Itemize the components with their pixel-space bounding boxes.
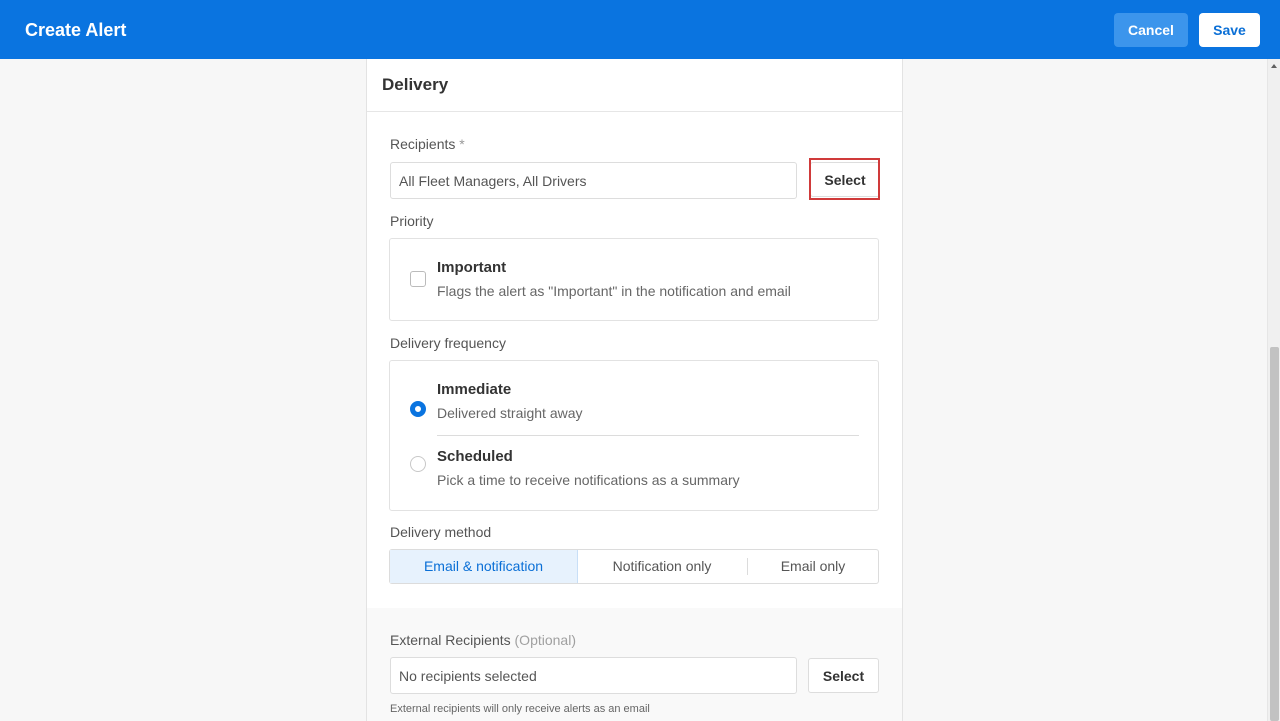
important-title: Important [437,259,507,276]
method-notification-only[interactable]: Notification only [578,550,746,583]
card-header: Delivery [367,59,902,112]
scheduled-radio[interactable] [410,456,426,472]
method-email-notification[interactable]: Email & notification [390,550,578,583]
scheduled-desc: Pick a time to receive notifications as … [437,472,740,488]
top-bar: Create Alert Cancel Save [0,0,1280,59]
frequency-label: Delivery frequency [390,335,506,351]
immediate-desc: Delivered straight away [437,405,583,421]
recipients-label: Recipients * [390,136,465,152]
frequency-divider [437,435,859,436]
scrollbar-thumb[interactable] [1270,347,1279,721]
method-label: Delivery method [390,524,492,540]
external-recipients-field[interactable]: No recipients selected [390,657,797,694]
important-desc: Flags the alert as "Important" in the no… [437,283,791,299]
save-button[interactable]: Save [1199,13,1260,47]
method-segmented-control: Email & notification Notification only E… [389,549,879,584]
immediate-radio[interactable] [410,401,426,417]
section-title: Delivery [382,75,449,94]
priority-label: Priority [390,213,434,229]
priority-box [389,238,879,321]
scroll-up-icon[interactable] [1271,64,1277,68]
page-title: Create Alert [25,20,127,40]
immediate-title: Immediate [437,381,512,398]
scheduled-title: Scheduled [437,448,513,465]
scrollbar[interactable] [1267,59,1280,721]
method-email-only[interactable]: Email only [748,550,878,583]
recipients-field[interactable]: All Fleet Managers, All Drivers [390,162,797,199]
cancel-button[interactable]: Cancel [1114,13,1188,47]
important-checkbox[interactable] [410,271,426,287]
highlight-box [809,158,880,200]
external-select-button[interactable]: Select [808,658,879,693]
external-note: External recipients will only receive al… [390,703,650,715]
required-mark: * [459,136,465,152]
optional-mark: (Optional) [514,632,576,648]
external-recipients-label: External Recipients (Optional) [390,632,576,648]
